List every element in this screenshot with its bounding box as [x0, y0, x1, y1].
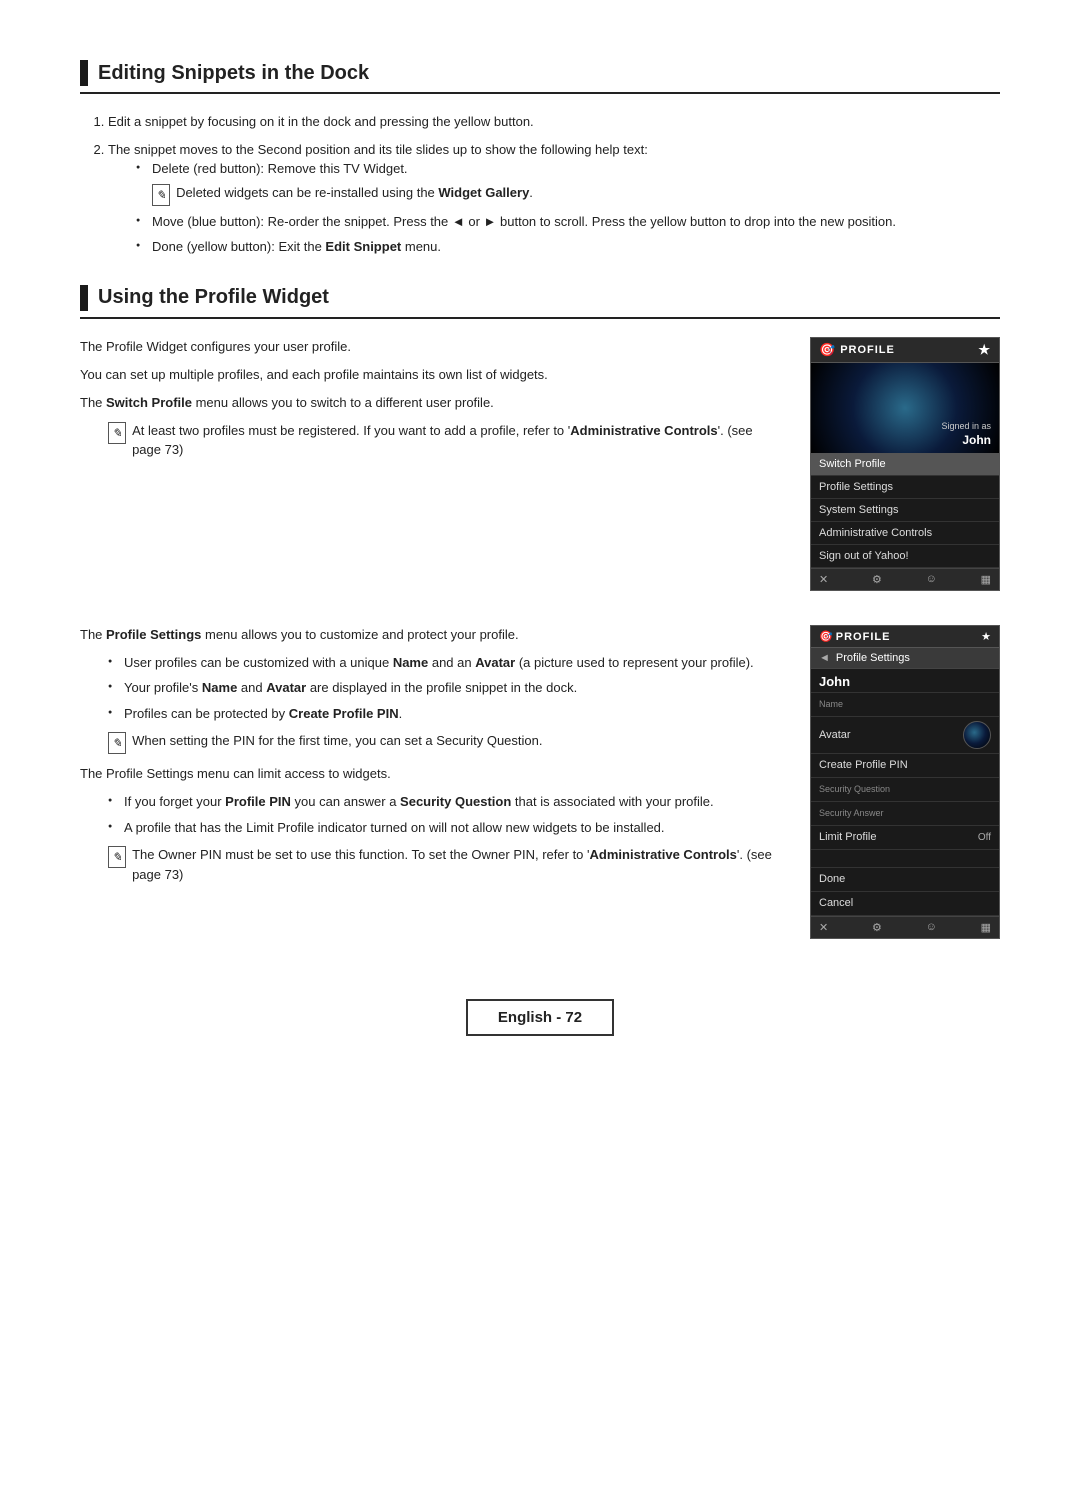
widget1-title: 🎯 PROFILE — [819, 342, 895, 358]
widget2-name-label: Name — [811, 693, 999, 717]
star-icon-2: ★ — [981, 630, 991, 643]
bullet3-1: If you forget your Profile PIN you can a… — [108, 792, 780, 812]
section2-lower: The Profile Settings menu allows you to … — [80, 625, 1000, 939]
footer2-gear-icon: ⚙ — [872, 921, 882, 934]
note2-line: ✎ When setting the PIN for the first tim… — [108, 731, 780, 754]
step2-bullets: Delete (red button): Remove this TV Widg… — [136, 159, 1000, 257]
note1-icon: ✎ — [108, 422, 126, 444]
menu-switch-profile[interactable]: Switch Profile — [811, 453, 999, 476]
page-footer: English - 72 — [80, 999, 1000, 1036]
para3: The Switch Profile menu allows you to sw… — [80, 393, 780, 413]
widget1-user-info: Signed in as John — [941, 420, 991, 447]
widget2-spacer — [811, 850, 999, 868]
profile-icon-1: 🎯 — [819, 342, 836, 358]
bullets3: If you forget your Profile PIN you can a… — [108, 792, 780, 837]
section2-text-left: The Profile Settings menu allows you to … — [80, 625, 780, 939]
bullet2-1: User profiles can be customized with a u… — [108, 653, 780, 673]
widget2-header: 🎯 PROFILE ★ — [811, 626, 999, 648]
star-icon-1: ★ — [978, 342, 991, 358]
note1-text: At least two profiles must be registered… — [132, 421, 780, 460]
widget2-footer: ✕ ⚙ ☺ ▦ — [811, 916, 999, 938]
widget2-create-pin: Create Profile PIN — [811, 754, 999, 778]
widget2-nav-row: ◄ Profile Settings — [811, 648, 999, 669]
menu-admin-controls[interactable]: Administrative Controls — [811, 522, 999, 545]
menu-system-settings[interactable]: System Settings — [811, 499, 999, 522]
note-delete-text: Deleted widgets can be re-installed usin… — [176, 183, 533, 203]
profile-text-left: The Profile Widget configures your user … — [80, 337, 780, 609]
widget2-username: John — [811, 669, 999, 693]
section1-heading: Editing Snippets in the Dock — [80, 60, 1000, 94]
widget2-cancel[interactable]: Cancel — [811, 892, 999, 916]
menu-sign-out[interactable]: Sign out of Yahoo! — [811, 545, 999, 568]
widget-box-2: 🎯 PROFILE ★ ◄ Profile Settings John Name — [810, 625, 1000, 939]
section2: Using the Profile Widget The Profile Wid… — [80, 285, 1000, 939]
section1: Editing Snippets in the Dock Edit a snip… — [80, 60, 1000, 257]
widget2-done[interactable]: Done — [811, 868, 999, 892]
note2-icon: ✎ — [108, 732, 126, 754]
bullet-move: Move (blue button): Re-order the snippet… — [136, 212, 1000, 232]
widget1-menu: Switch Profile Profile Settings System S… — [811, 453, 999, 568]
widget1-footer: ✕ ⚙ ☺ ▦ — [811, 568, 999, 590]
widget2-security-q-label: Security Question — [811, 778, 999, 802]
widget2-limit-profile: Limit Profile Off — [811, 826, 999, 850]
step-2: The snippet moves to the Second position… — [108, 140, 1000, 257]
widget-box-1: 🎯 PROFILE ★ Signed in as John Switch Pro… — [810, 337, 1000, 591]
bullet2-2: Your profile's Name and Avatar are displ… — [108, 678, 780, 698]
steps-list: Edit a snippet by focusing on it in the … — [108, 112, 1000, 257]
note3-line: ✎ The Owner PIN must be set to use this … — [108, 845, 780, 884]
page-number-badge: English - 72 — [466, 999, 614, 1036]
section2-widget-col: 🎯 PROFILE ★ ◄ Profile Settings John Name — [810, 625, 1000, 939]
heading-bar — [80, 60, 88, 86]
note1-line: ✎ At least two profiles must be register… — [108, 421, 780, 460]
para1: The Profile Widget configures your user … — [80, 337, 780, 357]
profile-section-top: The Profile Widget configures your user … — [80, 337, 1000, 609]
para-limit: The Profile Settings menu can limit acce… — [80, 764, 780, 784]
avatar-globe-icon — [963, 721, 991, 749]
heading-bar2 — [80, 285, 88, 311]
footer-gear-icon: ⚙ — [872, 573, 882, 586]
bullet-done: Done (yellow button): Exit the Edit Snip… — [136, 237, 1000, 257]
widget2-avatar-row: Avatar — [811, 717, 999, 754]
widget2-security-a-label: Security Answer — [811, 802, 999, 826]
para2: You can set up multiple profiles, and ea… — [80, 365, 780, 385]
footer-grid-icon: ▦ — [981, 573, 991, 586]
widget1-globe: Signed in as John — [811, 363, 999, 453]
bullet2-3: Profiles can be protected by Create Prof… — [108, 704, 780, 724]
footer2-face-icon: ☺ — [926, 921, 937, 933]
profile-widget-1: 🎯 PROFILE ★ Signed in as John Switch Pro… — [810, 337, 1000, 609]
footer2-grid-icon: ▦ — [981, 921, 991, 934]
note2-text: When setting the PIN for the first time,… — [132, 731, 542, 751]
widget2-title: 🎯 PROFILE — [819, 630, 890, 643]
footer-face-icon: ☺ — [926, 573, 937, 585]
bullet-delete: Delete (red button): Remove this TV Widg… — [136, 159, 1000, 206]
menu-profile-settings[interactable]: Profile Settings — [811, 476, 999, 499]
note3-text: The Owner PIN must be set to use this fu… — [132, 845, 780, 884]
step-1: Edit a snippet by focusing on it in the … — [108, 112, 1000, 132]
note3-icon: ✎ — [108, 846, 126, 868]
footer-x-icon: ✕ — [819, 573, 828, 586]
para-settings: The Profile Settings menu allows you to … — [80, 625, 780, 645]
bullets2: User profiles can be customized with a u… — [108, 653, 780, 724]
back-arrow-icon: ◄ — [819, 652, 830, 664]
profile-icon-2: 🎯 — [819, 631, 833, 643]
footer2-x-icon: ✕ — [819, 921, 828, 934]
section2-heading: Using the Profile Widget — [80, 285, 1000, 319]
widget1-header: 🎯 PROFILE ★ — [811, 338, 999, 363]
note-icon: ✎ — [152, 184, 170, 206]
bullet3-2: A profile that has the Limit Profile ind… — [108, 818, 780, 838]
